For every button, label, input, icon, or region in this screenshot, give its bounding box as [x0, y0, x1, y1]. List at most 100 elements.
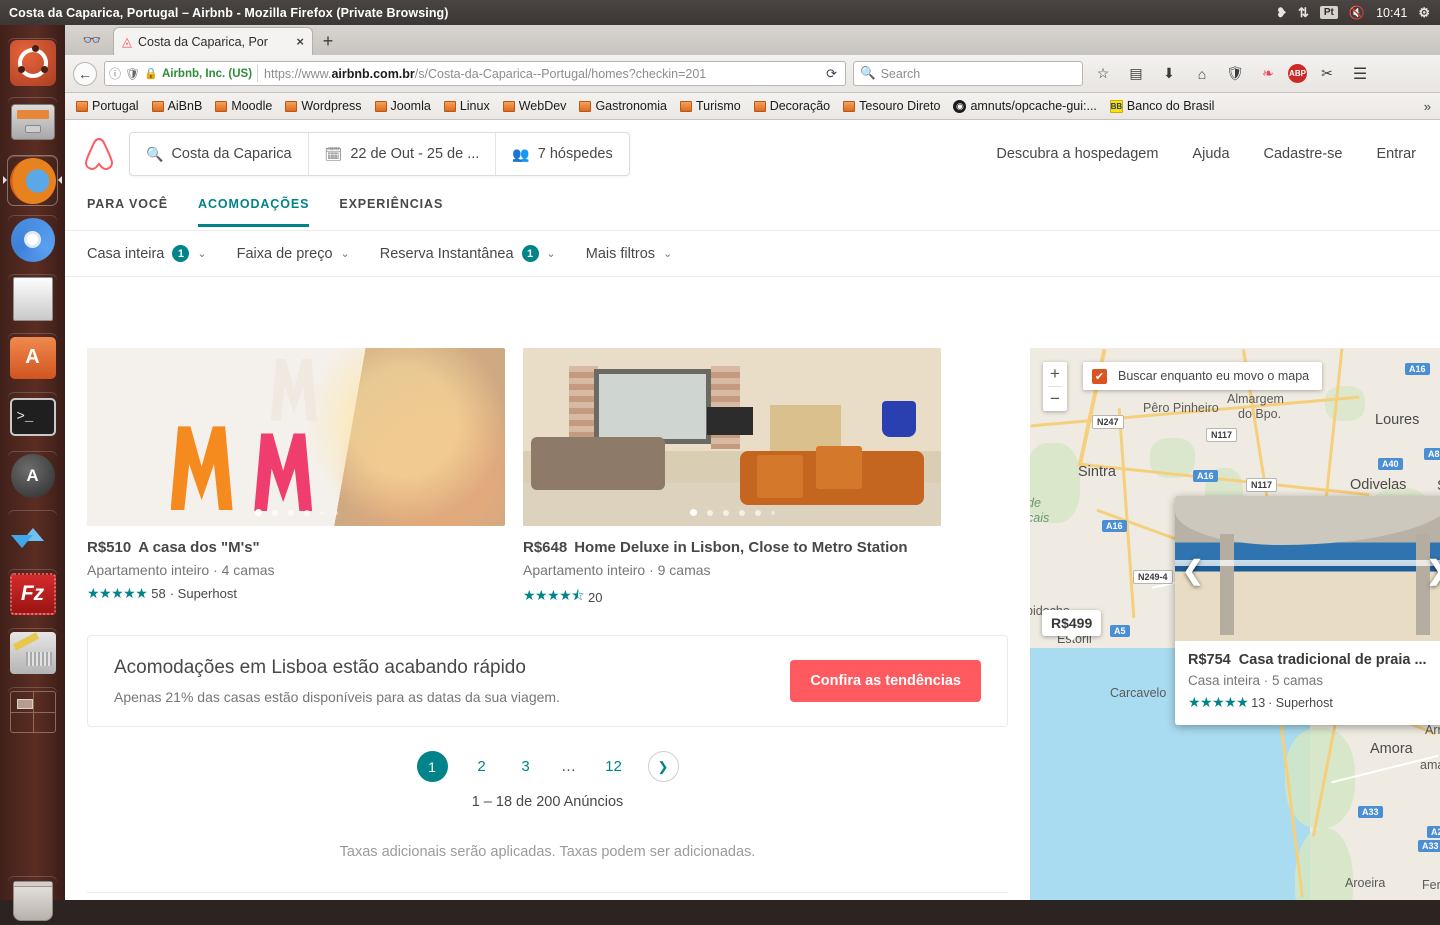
tab-para-voce[interactable]: PARA VOCÊ	[87, 197, 168, 224]
sync-shield-icon[interactable]: 🛡	[1222, 61, 1248, 87]
nav-host[interactable]: Descubra a hospedagem	[996, 146, 1158, 162]
filter-casa-inteira[interactable]: Casa inteira 1 ⌄	[87, 245, 207, 262]
bookmark-item[interactable]: WebDev	[498, 97, 572, 115]
popup-next-icon[interactable]: ❯	[1426, 555, 1440, 586]
bookmark-item[interactable]: Turismo	[675, 97, 746, 115]
tab-acomodacoes[interactable]: ACOMODAÇÕES	[198, 197, 310, 227]
search-location-field[interactable]: 🔍 Costa da Caparica	[130, 133, 309, 175]
bookmark-item[interactable]: ◉ amnuts/opcache-gui:...	[948, 97, 1101, 115]
launcher-item-dropbox[interactable]	[8, 510, 57, 559]
search-bar[interactable]: 🔍 Search	[853, 61, 1083, 86]
next-page-button[interactable]: ❯	[647, 751, 679, 782]
search-guests-field[interactable]: 👥 7 hóspedes	[496, 133, 628, 175]
hamburger-menu-icon[interactable]: ☰	[1347, 61, 1373, 87]
listing-photo[interactable]	[87, 348, 505, 526]
dropbox-tray-icon[interactable]: ❥	[1276, 6, 1287, 19]
filter-faixa-de-preco[interactable]: Faixa de preço ⌄	[237, 246, 350, 262]
page-3-button[interactable]: 3	[516, 758, 536, 775]
filter-reserva-instantanea[interactable]: Reserva Instantânea 1 ⌄	[380, 245, 556, 262]
bookmark-star-icon[interactable]: ☆	[1090, 61, 1116, 87]
launcher-item-libreoffice[interactable]	[8, 274, 57, 323]
nav-signup[interactable]: Cadastre-se	[1264, 146, 1343, 162]
map-panel[interactable]: A16 N247 N117 A16 N117 A40 A8 A36 A16 N2…	[1030, 348, 1440, 900]
url-bar[interactable]: ⓘ 🛡 🔒 Airbnb, Inc. (US) https://www.airb…	[104, 61, 846, 86]
airbnb-logo-icon[interactable]	[83, 137, 115, 171]
launcher-item-bleachbit[interactable]	[8, 628, 57, 677]
launcher-item-filezilla[interactable]: Fz	[8, 569, 57, 618]
volume-muted-icon[interactable]: 🔇	[1349, 6, 1365, 19]
bookmarks-overflow-icon[interactable]: »	[1424, 99, 1434, 114]
popup-photo[interactable]: ❮ ❯	[1175, 496, 1440, 641]
checkbox-checked-icon[interactable]: ✔	[1092, 368, 1107, 384]
back-button[interactable]: ←	[73, 61, 97, 86]
zoom-in-button[interactable]: +	[1043, 362, 1067, 386]
bookmark-item[interactable]: Tesouro Direto	[838, 97, 945, 115]
scissors-icon[interactable]: ✂	[1314, 61, 1340, 87]
launcher-item-software-updater[interactable]: A	[8, 451, 57, 500]
page-1-button[interactable]: 1	[416, 751, 448, 782]
photo-carousel-dots[interactable]	[87, 509, 505, 516]
zoom-out-button[interactable]: −	[1043, 387, 1067, 411]
search-as-i-move-control[interactable]: ✔ Buscar enquanto eu movo o mapa	[1083, 362, 1323, 390]
search-pill[interactable]: 🔍 Costa da Caparica 🗓 22 de Out - 25 de …	[129, 132, 630, 176]
map-listing-popup[interactable]: ❮ ❯ R$754 Casa tradicional de praia ... …	[1175, 496, 1440, 725]
keyboard-layout-indicator[interactable]: Pt	[1319, 6, 1338, 19]
road-shield: A33	[1418, 840, 1440, 852]
filter-mais-filtros[interactable]: Mais filtros ⌄	[586, 246, 673, 262]
bookmark-item[interactable]: Linux	[439, 97, 495, 115]
tab-close-icon[interactable]: ×	[296, 34, 304, 49]
launcher-item-chromium[interactable]	[8, 215, 57, 264]
folder-icon	[285, 100, 298, 112]
bookmark-label: Banco do Brasil	[1126, 99, 1215, 113]
popup-subtitle: Casa inteira · 5 camas	[1188, 673, 1324, 688]
home-icon[interactable]: ⌂	[1189, 61, 1215, 87]
nav-help[interactable]: Ajuda	[1192, 146, 1229, 162]
network-tray-icon[interactable]: ⇅	[1298, 6, 1309, 19]
bookmark-item[interactable]: Moodle	[210, 97, 277, 115]
bookmark-item[interactable]: BB Banco do Brasil	[1105, 97, 1220, 115]
launcher-item-firefox[interactable]	[3, 155, 62, 206]
search-dates-field[interactable]: 🗓 22 de Out - 25 de ...	[309, 133, 497, 175]
power-gear-icon[interactable]: ⚙	[1418, 6, 1430, 19]
promo-trends-button[interactable]: Confira as tendências	[790, 660, 981, 702]
pocket-icon[interactable]: ❧	[1255, 61, 1281, 87]
reader-view-icon[interactable]: ▤	[1123, 61, 1149, 87]
launcher-item-software-center[interactable]: A	[8, 333, 57, 382]
reload-button[interactable]: ⟳	[822, 66, 841, 82]
map-zoom-controls[interactable]: + −	[1043, 362, 1067, 411]
results-column: R$510 A casa dos "M's" Apartamento inteir…	[65, 348, 1030, 900]
search-dates-value: 22 de Out - 25 de ...	[350, 146, 480, 162]
launcher-item-workspace-switcher[interactable]	[8, 687, 57, 736]
bookmark-item[interactable]: Portugal	[71, 97, 144, 115]
new-tab-button[interactable]: +	[313, 27, 343, 55]
launcher-item-ubuntu-dash[interactable]	[8, 38, 57, 87]
tab-experiencias[interactable]: EXPERIÊNCIAS	[339, 197, 443, 224]
listing-photo[interactable]	[523, 348, 941, 526]
bookmark-item[interactable]: Decoração	[749, 97, 835, 115]
photo-carousel-dots[interactable]	[523, 509, 941, 516]
tab-active[interactable]: ◬ Costa da Caparica, Por ×	[113, 27, 313, 55]
popup-prev-icon[interactable]: ❮	[1182, 555, 1204, 586]
map-price-pin[interactable]: R$499	[1042, 610, 1102, 641]
ubuntu-launcher[interactable]: A >_ A Fz	[0, 25, 65, 921]
downloads-icon[interactable]: ⬇	[1156, 61, 1182, 87]
listing-card[interactable]: R$510 A casa dos "M's" Apartamento inteir…	[87, 348, 505, 609]
bookmark-item[interactable]: AiBnB	[147, 97, 208, 115]
clock[interactable]: 10:41	[1376, 6, 1407, 20]
bookmark-label: Gastronomia	[595, 99, 667, 113]
bookmark-item[interactable]: Joomla	[370, 97, 436, 115]
launcher-item-terminal[interactable]: >_	[8, 392, 57, 441]
launcher-item-trash[interactable]	[8, 876, 57, 925]
bookmark-item[interactable]: Gastronomia	[574, 97, 672, 115]
focused-indicator-right-icon	[58, 176, 62, 184]
page-12-button[interactable]: 12	[604, 758, 624, 775]
bookmark-item[interactable]: Wordpress	[280, 97, 366, 115]
bookmark-label: AiBnB	[167, 99, 203, 113]
private-browsing-mask-icon: 👓	[82, 32, 102, 49]
adblock-plus-icon[interactable]: ABP	[1288, 64, 1307, 83]
nav-login[interactable]: Entrar	[1377, 146, 1417, 162]
launcher-item-files[interactable]	[8, 97, 57, 146]
listing-card[interactable]: R$648 Home Deluxe in Lisbon, Close to Met…	[523, 348, 941, 609]
identity-box[interactable]: ⓘ 🛡 🔒 Airbnb, Inc. (US)	[109, 65, 259, 82]
page-2-button[interactable]: 2	[472, 758, 492, 775]
